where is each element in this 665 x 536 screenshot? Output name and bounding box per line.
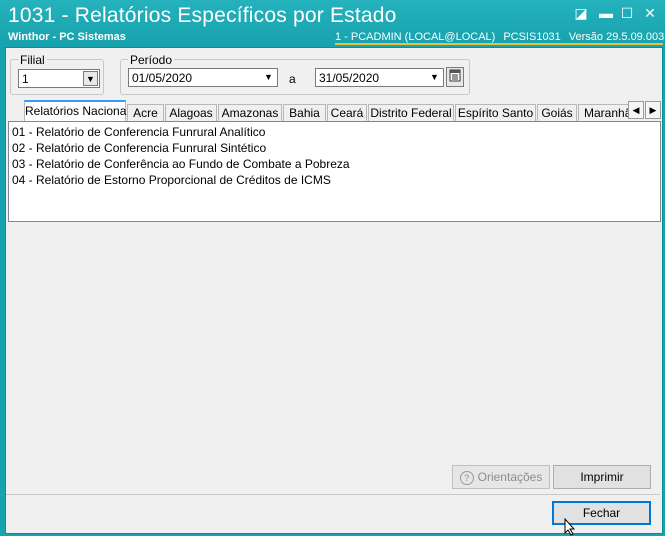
tab-distrito-federal[interactable]: Distrito Federal	[368, 104, 454, 121]
tab-espirito-santo[interactable]: Espírito Santo	[455, 104, 536, 121]
restore-icon[interactable]: ◪	[573, 6, 589, 20]
window-title: 1031 - Relatórios Específicos por Estado	[8, 4, 397, 27]
orientacoes-button[interactable]: ? Orientações	[452, 465, 550, 489]
status-underline	[335, 43, 663, 45]
footer-divider	[6, 494, 660, 495]
tab-ceara[interactable]: Ceará	[327, 104, 367, 121]
calendar-icon[interactable]	[446, 67, 464, 87]
filial-select[interactable]: 1 ▼	[18, 69, 100, 88]
periodo-end-field[interactable]: 31/05/2020 ▼	[315, 68, 444, 87]
list-item[interactable]: 03 - Relatório de Conferência ao Fundo d…	[12, 157, 350, 171]
list-item[interactable]: 04 - Relatório de Estorno Proporcional d…	[12, 173, 331, 187]
calendar-glyph	[449, 69, 461, 82]
periodo-separator: a	[289, 72, 296, 86]
state-tabs: Relatórios Nacionais Acre Alagoas Amazon…	[14, 100, 628, 121]
periodo-label: Período	[128, 53, 175, 67]
tab-maranhao[interactable]: Maranhão	[578, 104, 628, 121]
report-list[interactable]: 01 - Relatório de Conferencia Funrural A…	[8, 121, 661, 222]
tab-alagoas[interactable]: Alagoas	[165, 104, 217, 121]
session-status: 1 - PCADMIN (LOCAL@LOCAL) PCSIS1031 Versão…	[335, 31, 665, 43]
arrow-left-icon[interactable]: ◀	[628, 101, 644, 119]
status-version: Versão 29.5.09.003	[568, 31, 665, 43]
filial-value: 1	[22, 72, 29, 86]
tab-relatorios-nacionais[interactable]: Relatórios Nacionais	[24, 100, 135, 121]
status-routine: PCSIS1031	[503, 31, 561, 43]
tab-acre[interactable]: Acre	[127, 104, 164, 121]
tab-goias[interactable]: Goiás	[537, 104, 577, 121]
app-window: 1031 - Relatórios Específicos por Estado…	[0, 0, 665, 536]
maximize-icon[interactable]: ☐	[619, 6, 635, 20]
window-subtitle: Winthor - PC Sistemas	[8, 31, 126, 43]
close-icon[interactable]: ✕	[642, 6, 658, 20]
chevron-down-icon[interactable]: ▼	[83, 71, 98, 86]
filial-label: Filial	[18, 53, 47, 67]
minimize-icon[interactable]: ▬	[598, 6, 614, 20]
periodo-start-value: 01/05/2020	[132, 71, 193, 85]
mouse-cursor-icon	[564, 518, 576, 536]
periodo-end-value: 31/05/2020	[319, 71, 380, 85]
chevron-down-icon[interactable]: ▼	[261, 70, 276, 85]
help-icon: ?	[459, 470, 474, 485]
arrow-right-icon[interactable]: ▶	[645, 101, 661, 119]
list-item[interactable]: 01 - Relatório de Conferencia Funrural A…	[12, 125, 265, 139]
imprimir-button[interactable]: Imprimir	[553, 465, 651, 489]
title-bar: 1031 - Relatórios Específicos por Estado…	[0, 0, 665, 46]
tab-amazonas[interactable]: Amazonas	[218, 104, 282, 121]
tab-bahia[interactable]: Bahia	[283, 104, 326, 121]
periodo-start-field[interactable]: 01/05/2020 ▼	[128, 68, 278, 87]
chevron-down-icon[interactable]: ▼	[427, 70, 442, 85]
list-item[interactable]: 02 - Relatório de Conferencia Funrural S…	[12, 141, 266, 155]
orientacoes-label: Orientações	[477, 470, 543, 484]
status-user: 1 - PCADMIN (LOCAL@LOCAL)	[335, 31, 496, 43]
